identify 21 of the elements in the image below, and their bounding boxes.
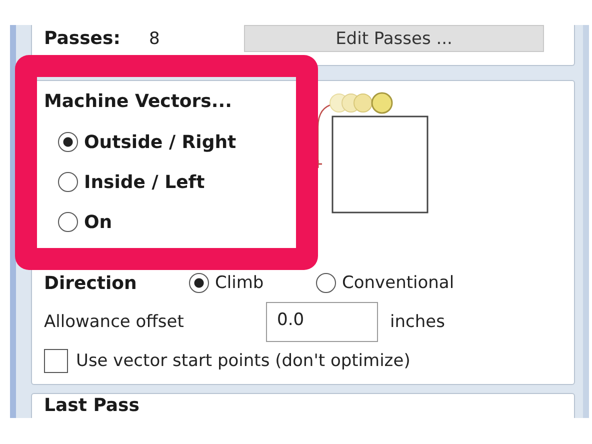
edit-passes-button[interactable]: Edit Passes ... (244, 25, 544, 52)
radio-button[interactable] (316, 273, 336, 293)
radio-button[interactable] (58, 132, 78, 152)
passes-value: 8 (149, 28, 161, 51)
unit-label: inches (390, 312, 445, 332)
radio-label: Climb (215, 273, 264, 293)
direction-label: Direction (44, 272, 138, 294)
radio-button[interactable] (189, 273, 209, 293)
section-heading: Machine Vectors... (44, 90, 233, 114)
radio-label: On (84, 212, 112, 232)
allowance-input[interactable]: 0.0 (266, 302, 378, 342)
section-heading: Last Pass (44, 395, 140, 416)
radio-label: Inside / Left (84, 172, 205, 192)
checkbox-label: Use vector start points (don't optimize) (76, 351, 410, 371)
checkbox[interactable] (44, 349, 68, 373)
allowance-label: Allowance offset (44, 312, 185, 332)
radio-button[interactable] (58, 172, 78, 192)
radio-label: Conventional (342, 273, 454, 293)
passes-label: Passes: (44, 27, 122, 51)
radio-button[interactable] (58, 212, 78, 232)
radio-label: Outside / Right (84, 132, 236, 152)
